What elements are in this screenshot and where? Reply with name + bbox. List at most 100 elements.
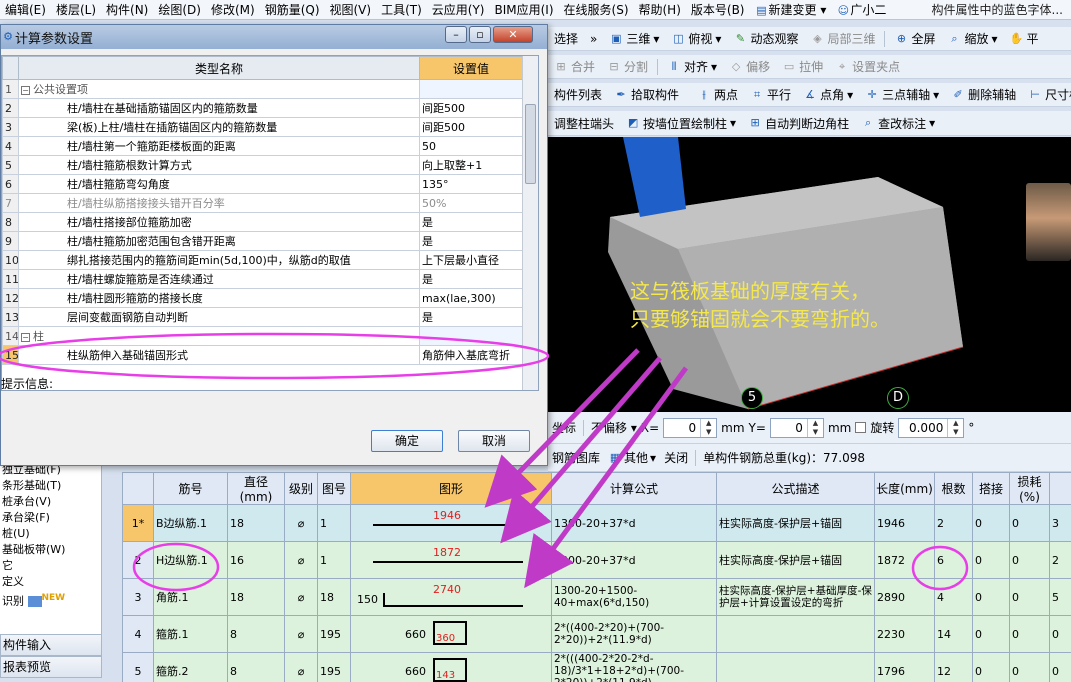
fullscreen-button[interactable]: ⊕ 全屏	[888, 30, 941, 47]
table-row[interactable]: 2 H边纵筋.1 16 ⌀ 1 1872 1300-20+37*d 柱实际高度-…	[122, 541, 1071, 579]
collapse-icon[interactable]: −	[21, 86, 30, 95]
table-row[interactable]: 3 角筋.1 18 ⌀ 18 150 2740 1300-20+1500-40+m…	[122, 578, 1071, 616]
settings-row[interactable]: 6 柱/墙柱箍筋弯勾角度 135°	[2, 174, 523, 194]
report-preview-button[interactable]: 报表预览	[0, 656, 102, 678]
collapse-icon[interactable]: −	[21, 333, 30, 342]
cell-diameter[interactable]: 8	[227, 652, 285, 682]
tree-item-define[interactable]: 定义	[0, 574, 101, 590]
cell-desc[interactable]: 柱实际高度-保护层+锚固	[716, 541, 875, 579]
menu-floor[interactable]: 楼层(L)	[51, 1, 101, 18]
cell-length[interactable]: 1796	[874, 652, 935, 682]
menu-help[interactable]: 帮助(H)	[634, 1, 686, 18]
rebar-library-button[interactable]: 钢筋图库	[548, 449, 604, 466]
cell-grade[interactable]: ⌀	[284, 578, 318, 616]
settings-value[interactable]: max(lae,300)	[419, 288, 523, 308]
top-view-button[interactable]: ◫ 俯视 ▾	[665, 30, 727, 47]
settings-value[interactable]: 角筋伸入基底弯折	[419, 345, 523, 365]
rotate-spinner[interactable]: ▲ ▼	[947, 418, 963, 437]
cell-desc[interactable]	[716, 615, 875, 653]
align-button[interactable]: ⫴ 对齐 ▾	[661, 58, 723, 75]
rotate-input[interactable]: 0.000 ▲ ▼	[898, 417, 965, 438]
ok-button[interactable]: 确定	[371, 430, 443, 452]
menu-modify[interactable]: 修改(M)	[206, 1, 260, 18]
menu-new-change[interactable]: ▤ 新建变更 ▾	[750, 1, 832, 18]
y-input[interactable]: 0 ▲ ▼	[769, 417, 824, 438]
menu-view[interactable]: 视图(V)	[325, 1, 377, 18]
cell-loss[interactable]: 0	[1009, 578, 1050, 616]
cell-count[interactable]: 6	[934, 541, 973, 579]
settings-row[interactable]: 8 柱/墙柱搭接部位箍筋加密是	[2, 212, 523, 232]
y-spinner[interactable]: ▲ ▼	[806, 418, 823, 437]
dialog-titlebar[interactable]: ⚙ 计算参数设置 – ▫ ✕	[1, 25, 547, 49]
cell-count[interactable]: 14	[934, 615, 973, 653]
cell-count[interactable]: 12	[934, 652, 973, 682]
cell-figure[interactable]: 1	[317, 504, 351, 542]
cell-desc[interactable]	[716, 652, 875, 682]
maximize-button[interactable]: ▫	[469, 26, 491, 43]
point-angle-button[interactable]: ∡ 点角 ▾	[797, 86, 859, 103]
menu-tools[interactable]: 工具(T)	[376, 1, 427, 18]
cell-grade[interactable]: ⌀	[284, 652, 318, 682]
stretch-button[interactable]: ▭ 拉伸	[776, 58, 829, 75]
other-button[interactable]: ▦ 其他 ▾	[604, 449, 660, 466]
component-list-button[interactable]: 构件列表	[548, 86, 608, 103]
cell-unit[interactable]: 0	[1049, 615, 1071, 653]
cell-unit[interactable]: 3	[1049, 504, 1071, 542]
table-row[interactable]: 4 箍筋.1 8 ⌀ 195 660 360 2*((400-2*20)+(700…	[122, 615, 1071, 653]
cell-diameter[interactable]: 18	[227, 504, 285, 542]
cell-desc[interactable]: 柱实际高度-保护层+基础厚度-保护层+计算设置设定的弯折	[716, 578, 875, 616]
cancel-button[interactable]: 取消	[458, 430, 530, 452]
cell-figure[interactable]: 18	[317, 578, 351, 616]
settings-value[interactable]: 是	[419, 231, 523, 251]
tree-item-slab-strip[interactable]: 基础板带(W)	[0, 542, 101, 558]
cell-count[interactable]: 2	[934, 504, 973, 542]
cell-diameter[interactable]: 16	[227, 541, 285, 579]
tree-item-pile[interactable]: 桩(U)	[0, 526, 101, 542]
menu-online[interactable]: 在线服务(S)	[559, 1, 634, 18]
offset-button[interactable]: ◇ 偏移	[723, 58, 776, 75]
component-input-button[interactable]: 构件输入	[0, 634, 102, 656]
grip-button[interactable]: ⌖ 设置夹点	[829, 58, 906, 75]
tree-item-strip-footing[interactable]: 条形基础(T)	[0, 478, 101, 494]
settings-row[interactable]: 10 绑扎搭接范围内的箍筋间距min(5d,100)中，纵筋d的取值 上下层最小直径	[2, 250, 523, 270]
more-chevron-icon[interactable]: »	[584, 32, 603, 46]
cell-length[interactable]: 2890	[874, 578, 935, 616]
cell-unit[interactable]: 5	[1049, 578, 1071, 616]
cell-name[interactable]: B边纵筋.1	[153, 504, 228, 542]
cell-figure[interactable]: 195	[317, 652, 351, 682]
settings-value[interactable]: 135°	[419, 174, 523, 194]
settings-row[interactable]: 15 柱纵筋伸入基础锚固形式 角筋伸入基底弯折	[2, 345, 523, 365]
settings-value[interactable]: 50%	[419, 193, 523, 213]
settings-value[interactable]: 是	[419, 212, 523, 232]
settings-value[interactable]: 上下层最小直径	[419, 250, 523, 270]
cell-shape[interactable]: 1872	[350, 541, 552, 579]
close-button[interactable]: 关闭	[660, 449, 692, 466]
settings-value[interactable]: 间距500	[419, 98, 523, 118]
cell-shape[interactable]: 150 2740	[350, 578, 552, 616]
cell-loss[interactable]: 0	[1009, 652, 1050, 682]
settings-value[interactable]: 是	[419, 307, 523, 327]
cell-lap[interactable]: 0	[972, 578, 1010, 616]
menu-draw[interactable]: 绘图(D)	[153, 1, 206, 18]
pick-component-button[interactable]: ✒ 拾取构件	[608, 86, 685, 103]
cell-loss[interactable]: 0	[1009, 615, 1050, 653]
menu-edit[interactable]: 编辑(E)	[0, 1, 51, 18]
menu-version[interactable]: 版本号(B)	[686, 1, 750, 18]
settings-row[interactable]: 1− 公共设置项	[2, 79, 523, 99]
split-button[interactable]: ⊟ 分割	[601, 58, 654, 75]
cell-figure[interactable]: 195	[317, 615, 351, 653]
parallel-button[interactable]: ⌗ 平行	[744, 86, 797, 103]
settings-row[interactable]: 5 柱/墙柱箍筋根数计算方式 向上取整+1	[2, 155, 523, 175]
scroll-thumb[interactable]	[525, 104, 536, 184]
cell-shape[interactable]: 660 360	[350, 615, 552, 653]
cell-loss[interactable]: 0	[1009, 504, 1050, 542]
cell-grade[interactable]: ⌀	[284, 541, 318, 579]
cell-unit[interactable]: 0	[1049, 652, 1071, 682]
settings-value[interactable]: 间距500	[419, 117, 523, 137]
menu-cloud[interactable]: 云应用(Y)	[427, 1, 490, 18]
orbit-button[interactable]: ✎ 动态观察	[727, 30, 804, 47]
settings-value[interactable]: 是	[419, 269, 523, 289]
select-button[interactable]: 选择	[548, 30, 584, 47]
cell-name[interactable]: 箍筋.1	[153, 615, 228, 653]
delete-axis-button[interactable]: ✐ 删除辅轴	[945, 86, 1022, 103]
